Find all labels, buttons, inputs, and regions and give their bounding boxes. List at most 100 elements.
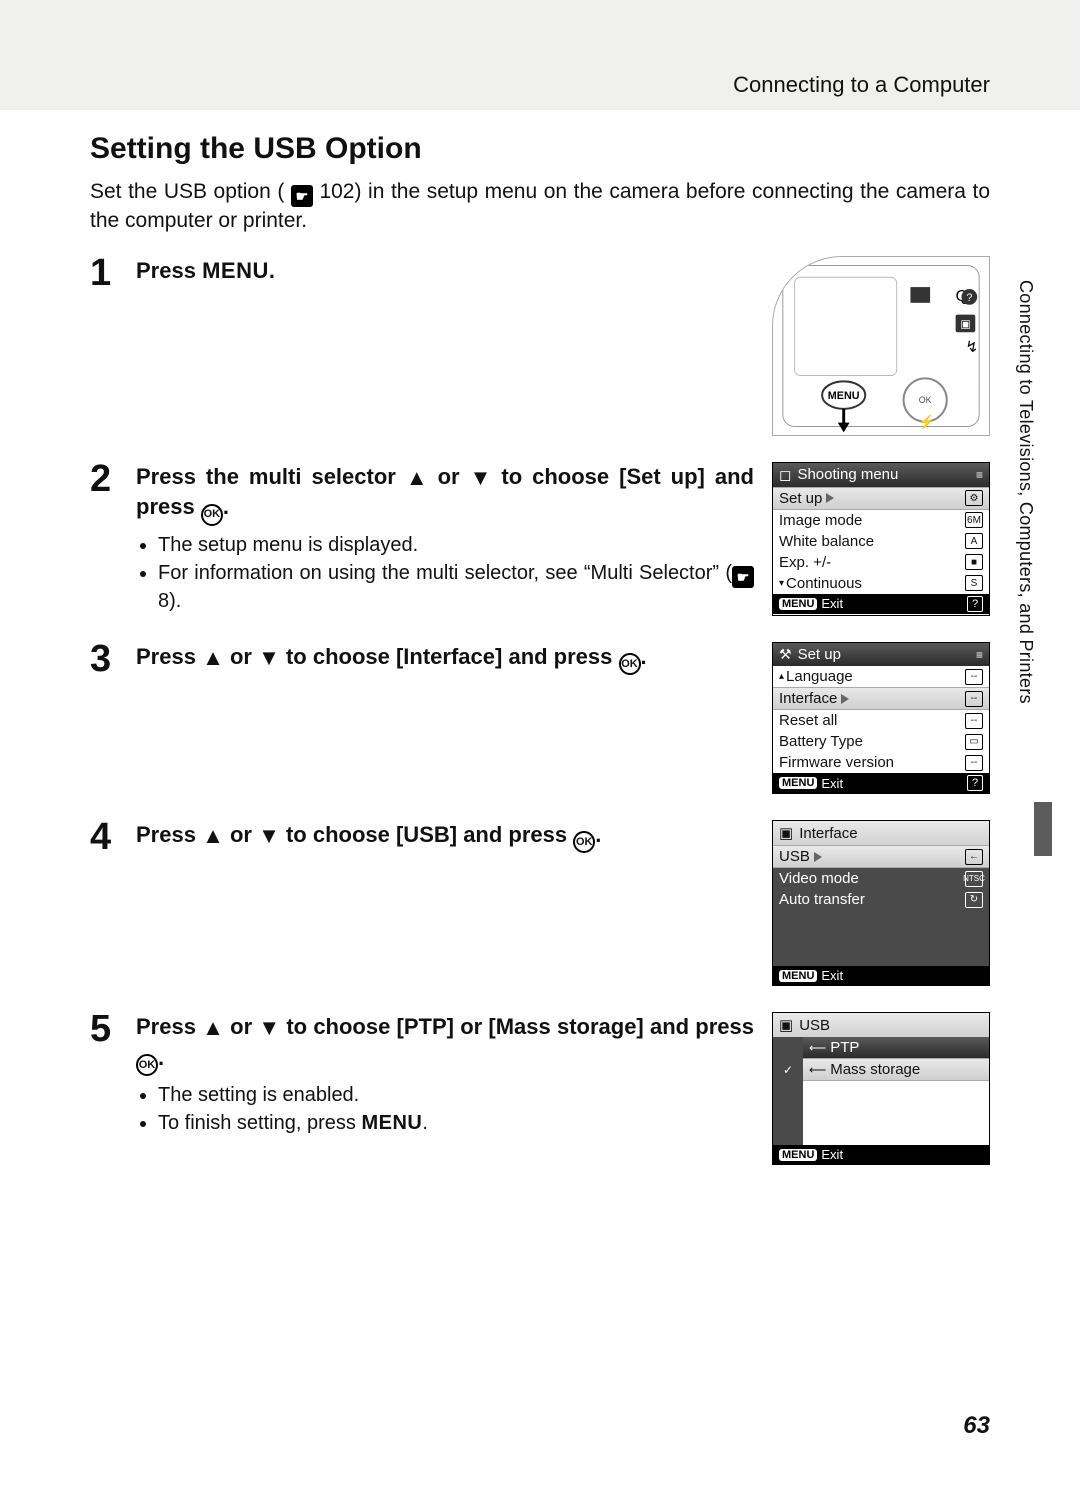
page-reference-icon: ☛ <box>732 566 754 588</box>
label: Exp. +/- <box>779 554 831 571</box>
screen-title: Interface <box>799 825 857 842</box>
menu-item-setup: Set up ⚙ <box>773 487 989 510</box>
screen-footer: MENU Exit <box>773 1145 989 1164</box>
breadcrumb: Connecting to a Computer <box>90 72 990 98</box>
step1-period: . <box>269 258 275 283</box>
label: Image mode <box>779 512 862 529</box>
ok-button-icon: OK <box>619 653 641 675</box>
wb-icon: A <box>965 533 983 549</box>
menu-item-interface: Interface-- <box>773 687 989 710</box>
menu-badge: MENU <box>779 777 817 789</box>
label: USB <box>779 848 810 865</box>
step1-heading: Press MENU. <box>136 256 754 286</box>
steps-list: 1 Press MENU. OK MENU <box>90 256 990 1165</box>
down-triangle-icon: ▼ <box>258 643 280 673</box>
step2-heading: Press the multi selector ▲ or ▼ to choos… <box>136 462 754 526</box>
exp-icon: ■ <box>965 554 983 570</box>
t: . <box>422 1112 428 1134</box>
label: Mass storage <box>830 1061 920 1078</box>
ok-label: OK <box>621 657 638 672</box>
t: Press <box>136 822 202 847</box>
wrench-icon: ⚙ <box>965 490 983 506</box>
blank-area <box>773 910 989 966</box>
hamburger-icon: ≡ <box>976 648 983 662</box>
svg-text:?: ? <box>966 292 972 304</box>
menu-item-image-mode: Image mode 6M <box>773 510 989 531</box>
exit-label: Exit <box>821 596 843 611</box>
down-indicator-icon: ▾ <box>779 578 784 589</box>
intro-ref: 102 <box>319 180 354 203</box>
t: . <box>223 494 229 519</box>
menu-item-mass-storage: ✓ ⟵ Mass storage <box>773 1058 989 1081</box>
step-number: 3 <box>90 640 136 794</box>
section-thumb-tab <box>1034 802 1052 856</box>
step-1: 1 Press MENU. OK MENU <box>90 256 990 436</box>
menu-badge: MENU <box>779 598 817 610</box>
mode-icon: 6M <box>965 512 983 528</box>
screen-title: Shooting menu <box>797 466 898 483</box>
screen-header: ⚒ Set up ≡ <box>773 643 989 666</box>
exit-label: Exit <box>821 776 843 791</box>
step-2: 2 Press the multi selector ▲ or ▼ to cho… <box>90 462 990 616</box>
up-triangle-icon: ▲ <box>202 821 224 851</box>
step3-heading: Press ▲ or ▼ to choose [Interface] and p… <box>136 642 754 675</box>
menu-item-firmware: Firmware version -- <box>773 752 989 773</box>
t: For information on using the multi selec… <box>158 562 732 584</box>
chevron-right-icon <box>814 852 822 862</box>
section-side-label: Connecting to Televisions, Computers, an… <box>1015 280 1036 704</box>
dash-icon: -- <box>965 669 983 685</box>
page-title: Setting the USB Option <box>90 132 990 166</box>
transfer-icon: ↻ <box>965 892 983 908</box>
t: or <box>428 464 470 489</box>
chevron-right-icon <box>841 694 849 704</box>
step-number: 2 <box>90 460 136 616</box>
step-number: 4 <box>90 818 136 986</box>
menu-item-reset-all: Reset all-- <box>773 710 989 731</box>
menu-badge: MENU <box>779 1149 817 1161</box>
t: Press the multi selector <box>136 464 406 489</box>
t: or <box>224 644 258 669</box>
step2-bullet2: For information on using the multi selec… <box>158 560 754 614</box>
label: Firmware version <box>779 754 894 771</box>
battery-icon: ▭ <box>965 734 983 750</box>
menu-button-label: MENU <box>202 258 269 283</box>
usb-small-icon: ⟵ <box>809 1063 826 1077</box>
label: Video mode <box>779 870 859 887</box>
screen-footer: MENU Exit <box>773 966 989 985</box>
menu-item-ptp: ⟵PTP <box>773 1037 989 1058</box>
check-icon: ✓ <box>773 1058 803 1081</box>
down-triangle-icon: ▼ <box>258 1013 280 1043</box>
interface-icon: ▣ <box>779 824 793 842</box>
exit-label: Exit <box>821 1147 843 1162</box>
dash-icon: -- <box>965 755 983 771</box>
menu-item-battery-type: Battery Type▭ <box>773 731 989 752</box>
manual-page: Connecting to a Computer Setting the USB… <box>0 0 1080 1486</box>
ntsc-icon: NTSC <box>965 871 983 887</box>
label: Set up <box>779 490 822 507</box>
menu-badge: MENU <box>779 970 817 982</box>
ok-button-icon: OK <box>136 1054 158 1076</box>
usb-small-icon: ⟵ <box>809 1041 826 1055</box>
t: to choose [PTP] or [Mass storage] and pr… <box>280 1014 754 1039</box>
blank-row <box>773 1081 989 1145</box>
up-triangle-icon: ▲ <box>202 643 224 673</box>
menu-button-label: MENU <box>361 1112 422 1134</box>
svg-text:OK: OK <box>919 395 932 405</box>
intro-text-a: Set the USB option ( <box>90 180 284 203</box>
exit-label: Exit <box>821 968 843 983</box>
screen-header: ▣ Interface <box>773 821 989 845</box>
svg-text:MENU: MENU <box>828 390 860 402</box>
step5-heading: Press ▲ or ▼ to choose [PTP] or [Mass st… <box>136 1012 754 1076</box>
t: to choose [Interface] and press <box>280 644 619 669</box>
t: ). <box>169 590 181 612</box>
check-icon <box>773 1037 803 1058</box>
screen-title: USB <box>799 1017 830 1034</box>
t: or <box>224 1014 258 1039</box>
ok-label: OK <box>204 507 221 522</box>
interface-menu-screen: ▣ Interface USB← Video modeNTSC Auto tra… <box>772 820 990 986</box>
svg-text:▣: ▣ <box>960 318 970 330</box>
step-number: 5 <box>90 1010 136 1165</box>
cont-icon: S <box>965 575 983 591</box>
intro-paragraph: Set the USB option ( ☛ 102) in the setup… <box>90 178 990 236</box>
step2-bullet1: The setup menu is displayed. <box>158 532 754 558</box>
